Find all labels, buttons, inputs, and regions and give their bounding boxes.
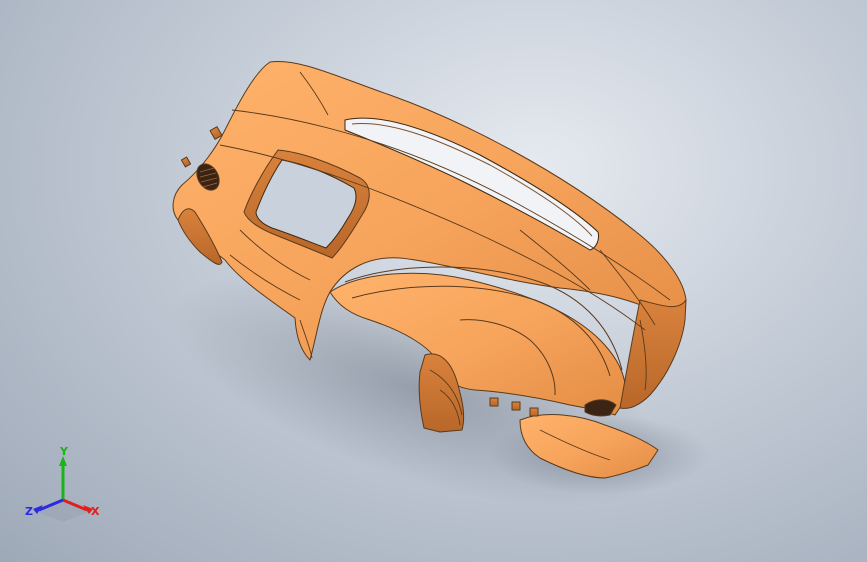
graphics-viewport[interactable]: Y X Z (0, 0, 867, 562)
coordinate-triad[interactable]: Y X Z (25, 445, 100, 522)
right-end-cap (619, 299, 687, 409)
triad-y-label: Y (59, 445, 69, 458)
triad-base-plane (37, 500, 89, 522)
mount-bracket (511, 401, 521, 411)
triad-x-label: X (91, 505, 100, 518)
mount-bracket (529, 407, 539, 417)
dashboard-model[interactable] (172, 60, 687, 479)
mount-bracket (180, 156, 192, 168)
center-vent-grille (584, 399, 617, 417)
mount-bracket (489, 397, 499, 407)
model-canvas[interactable]: Y X Z (0, 0, 867, 562)
triad-z-label: Z (25, 505, 33, 518)
mount-bracket (209, 126, 223, 140)
